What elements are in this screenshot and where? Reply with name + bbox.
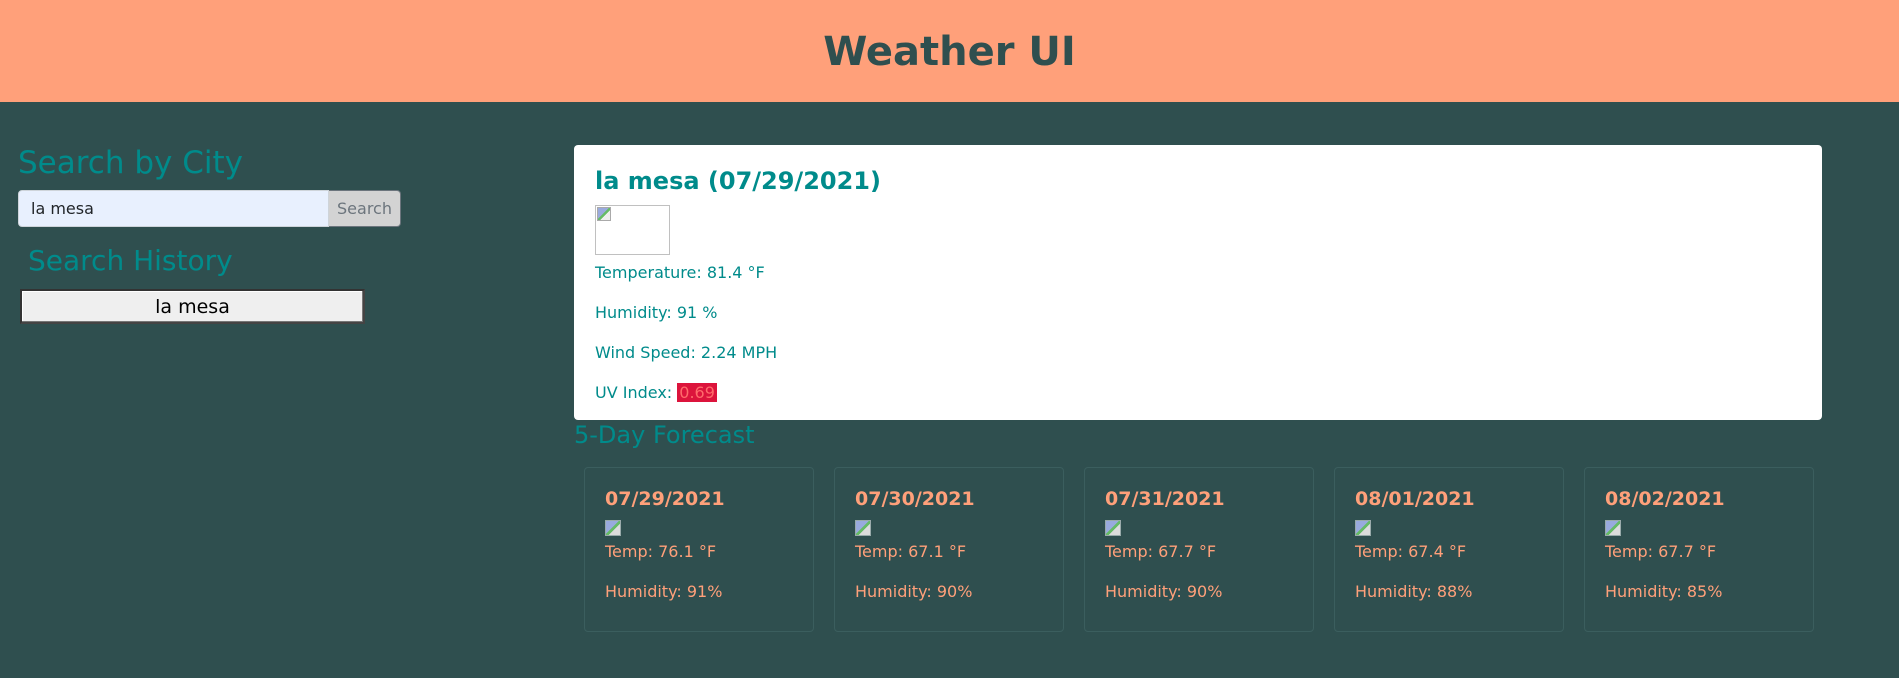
page-header: Weather UI	[0, 0, 1899, 102]
uv-index-label: UV Index:	[595, 383, 678, 402]
forecast-temp: Temp: 76.1 °F	[605, 542, 717, 561]
search-form: Search	[18, 190, 401, 227]
search-button[interactable]: Search	[329, 190, 401, 227]
current-humidity: Humidity: 91 %	[595, 303, 718, 322]
forecast-card: 08/02/2021 Temp: 67.7 °F Humidity: 85%	[1584, 467, 1814, 632]
history-item-button[interactable]: la mesa	[20, 289, 365, 324]
broken-image-icon	[1605, 520, 1621, 536]
forecast-humidity: Humidity: 90%	[855, 582, 973, 601]
forecast-humidity: Humidity: 90%	[1105, 582, 1223, 601]
forecast-card: 08/01/2021 Temp: 67.4 °F Humidity: 88%	[1334, 467, 1564, 632]
forecast-card: 07/30/2021 Temp: 67.1 °F Humidity: 90%	[834, 467, 1064, 632]
search-title: Search by City	[18, 145, 243, 181]
forecast-temp: Temp: 67.1 °F	[855, 542, 967, 561]
page-title: Weather UI	[823, 29, 1076, 75]
forecast-date: 07/29/2021	[605, 488, 725, 510]
broken-image-icon	[855, 520, 871, 536]
forecast-temp: Temp: 67.7 °F	[1105, 542, 1217, 561]
forecast-temp: Temp: 67.4 °F	[1355, 542, 1467, 561]
forecast-date: 08/01/2021	[1355, 488, 1475, 510]
broken-image-icon	[1105, 520, 1121, 536]
broken-image-icon	[605, 520, 621, 536]
uv-index-badge: 0.69	[677, 383, 717, 402]
search-history-list: la mesa	[20, 289, 365, 324]
search-history-title: Search History	[28, 244, 233, 277]
forecast-card: 07/29/2021 Temp: 76.1 °F Humidity: 91%	[584, 467, 814, 632]
broken-image-icon	[597, 207, 611, 221]
current-uv-index: UV Index: 0.69	[595, 381, 1801, 421]
city-search-input[interactable]	[18, 190, 329, 227]
current-wind-speed: Wind Speed: 2.24 MPH	[595, 343, 778, 362]
current-temperature: Temperature: 81.4 °F	[595, 263, 765, 282]
forecast-card: 07/31/2021 Temp: 67.7 °F Humidity: 90%	[1084, 467, 1314, 632]
forecast-humidity: Humidity: 88%	[1355, 582, 1473, 601]
forecast-date: 08/02/2021	[1605, 488, 1725, 510]
forecast-humidity: Humidity: 91%	[605, 582, 723, 601]
forecast-title: 5-Day Forecast	[574, 421, 755, 449]
broken-image-icon	[1355, 520, 1371, 536]
current-weather-card: la mesa (07/29/2021) Temperature: 81.4 °…	[574, 145, 1822, 420]
forecast-temp: Temp: 67.7 °F	[1605, 542, 1717, 561]
current-weather-icon	[595, 205, 670, 255]
forecast-humidity: Humidity: 85%	[1605, 582, 1723, 601]
forecast-date: 07/31/2021	[1105, 488, 1225, 510]
forecast-date: 07/30/2021	[855, 488, 975, 510]
forecast-list: 07/29/2021 Temp: 76.1 °F Humidity: 91% 0…	[584, 467, 1814, 632]
current-city-title: la mesa (07/29/2021)	[595, 167, 881, 195]
